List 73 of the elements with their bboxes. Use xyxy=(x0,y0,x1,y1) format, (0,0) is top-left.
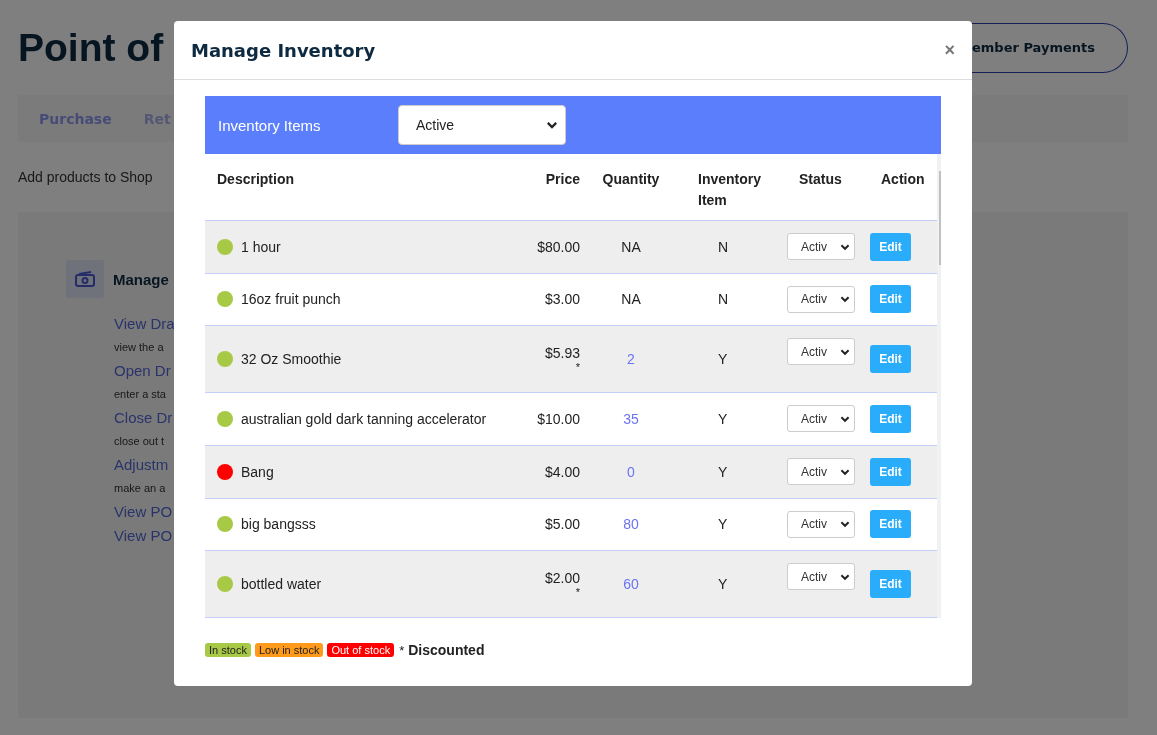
item-description: big bangsss xyxy=(241,516,316,533)
column-header: Action xyxy=(880,170,926,189)
status-select[interactable]: Activ xyxy=(787,233,855,261)
status-select[interactable]: Activ xyxy=(787,405,855,433)
item-description: 1 hour xyxy=(241,238,281,255)
item-quantity: NA xyxy=(620,238,642,255)
card-link[interactable]: View PO xyxy=(114,524,173,548)
item-quantity[interactable]: 80 xyxy=(580,516,682,533)
discount-mark: * xyxy=(575,586,580,599)
inventory-value: Y xyxy=(718,516,728,533)
item-description: 32 Oz Smoothie xyxy=(241,351,342,368)
inventory-value: N xyxy=(718,291,729,308)
inventory-value: Y xyxy=(718,463,728,480)
item-description: 16oz fruit punch xyxy=(241,291,341,308)
status-select[interactable]: Activ xyxy=(787,285,855,313)
page-title: Point of xyxy=(18,25,164,70)
status-select[interactable]: Activ xyxy=(787,510,855,538)
column-header: Price xyxy=(544,170,580,189)
card-link[interactable]: Adjustm xyxy=(114,453,169,477)
dialog-title: Manage Inventory xyxy=(191,39,376,61)
item-price: $10.00 xyxy=(537,410,580,427)
card-link[interactable]: View PO xyxy=(114,500,173,524)
legend-badge: Low in stock xyxy=(254,643,324,657)
status-select[interactable]: Activ xyxy=(787,563,855,591)
legend-badge: In stock xyxy=(205,643,251,657)
item-price: $3.00 xyxy=(544,291,580,308)
inventory-value: Y xyxy=(718,351,728,368)
inventory-value: Y xyxy=(718,576,728,593)
card-link[interactable]: Close Dr xyxy=(114,406,173,430)
inventory-value: N xyxy=(718,238,729,255)
discount-mark: * xyxy=(399,642,405,658)
column-header: Status xyxy=(798,170,843,189)
card-title: Manage xyxy=(113,270,169,288)
edit-button[interactable]: Edit xyxy=(870,570,911,599)
edit-button[interactable]: Edit xyxy=(870,404,911,433)
item-description: bottled water xyxy=(241,576,322,593)
item-quantity[interactable]: 35 xyxy=(580,410,682,427)
card-link[interactable]: View Dra xyxy=(114,312,175,336)
column-header: Inventory Item xyxy=(697,170,762,210)
card-link[interactable]: Open Dr xyxy=(114,359,171,383)
edit-button[interactable]: Edit xyxy=(870,345,911,374)
status-select[interactable]: Activ xyxy=(787,338,855,366)
item-quantity[interactable]: 60 xyxy=(580,576,682,593)
item-price: $5.00 xyxy=(544,516,580,533)
column-header: Description xyxy=(217,170,295,189)
edit-button[interactable]: Edit xyxy=(870,510,911,539)
item-description: australian gold dark tanning accelerator xyxy=(241,410,487,427)
item-quantity[interactable]: 2 xyxy=(580,351,682,368)
item-price: $4.00 xyxy=(544,463,580,480)
status-filter-select[interactable]: Active xyxy=(398,105,566,145)
link-description: make an a xyxy=(114,481,166,496)
link-description: close out t xyxy=(114,434,165,449)
legend-badge: Out of stock xyxy=(327,643,395,657)
status-select[interactable]: Activ xyxy=(787,458,855,486)
band-label: Inventory Items xyxy=(218,116,322,134)
link-description: enter a sta xyxy=(114,387,166,402)
column-header: Quantity xyxy=(601,170,661,189)
edit-button[interactable]: Edit xyxy=(870,457,911,486)
item-price: $80.00 xyxy=(537,238,580,255)
item-price: $2.00 xyxy=(544,570,580,587)
edit-button[interactable]: Edit xyxy=(870,232,911,261)
item-description: Bang xyxy=(241,463,274,480)
item-quantity: NA xyxy=(620,291,642,308)
legend-note: Discounted xyxy=(408,642,485,658)
close-button[interactable]: × xyxy=(944,39,955,61)
intro-text: Add products to Shop xyxy=(18,168,153,187)
inventory-value: Y xyxy=(718,410,728,427)
money-icon xyxy=(66,260,104,298)
item-quantity[interactable]: 0 xyxy=(580,463,682,480)
discount-mark: * xyxy=(575,361,580,374)
link-description: view the a xyxy=(114,340,164,355)
edit-button[interactable]: Edit xyxy=(870,285,911,314)
item-price: $5.93 xyxy=(544,345,580,362)
